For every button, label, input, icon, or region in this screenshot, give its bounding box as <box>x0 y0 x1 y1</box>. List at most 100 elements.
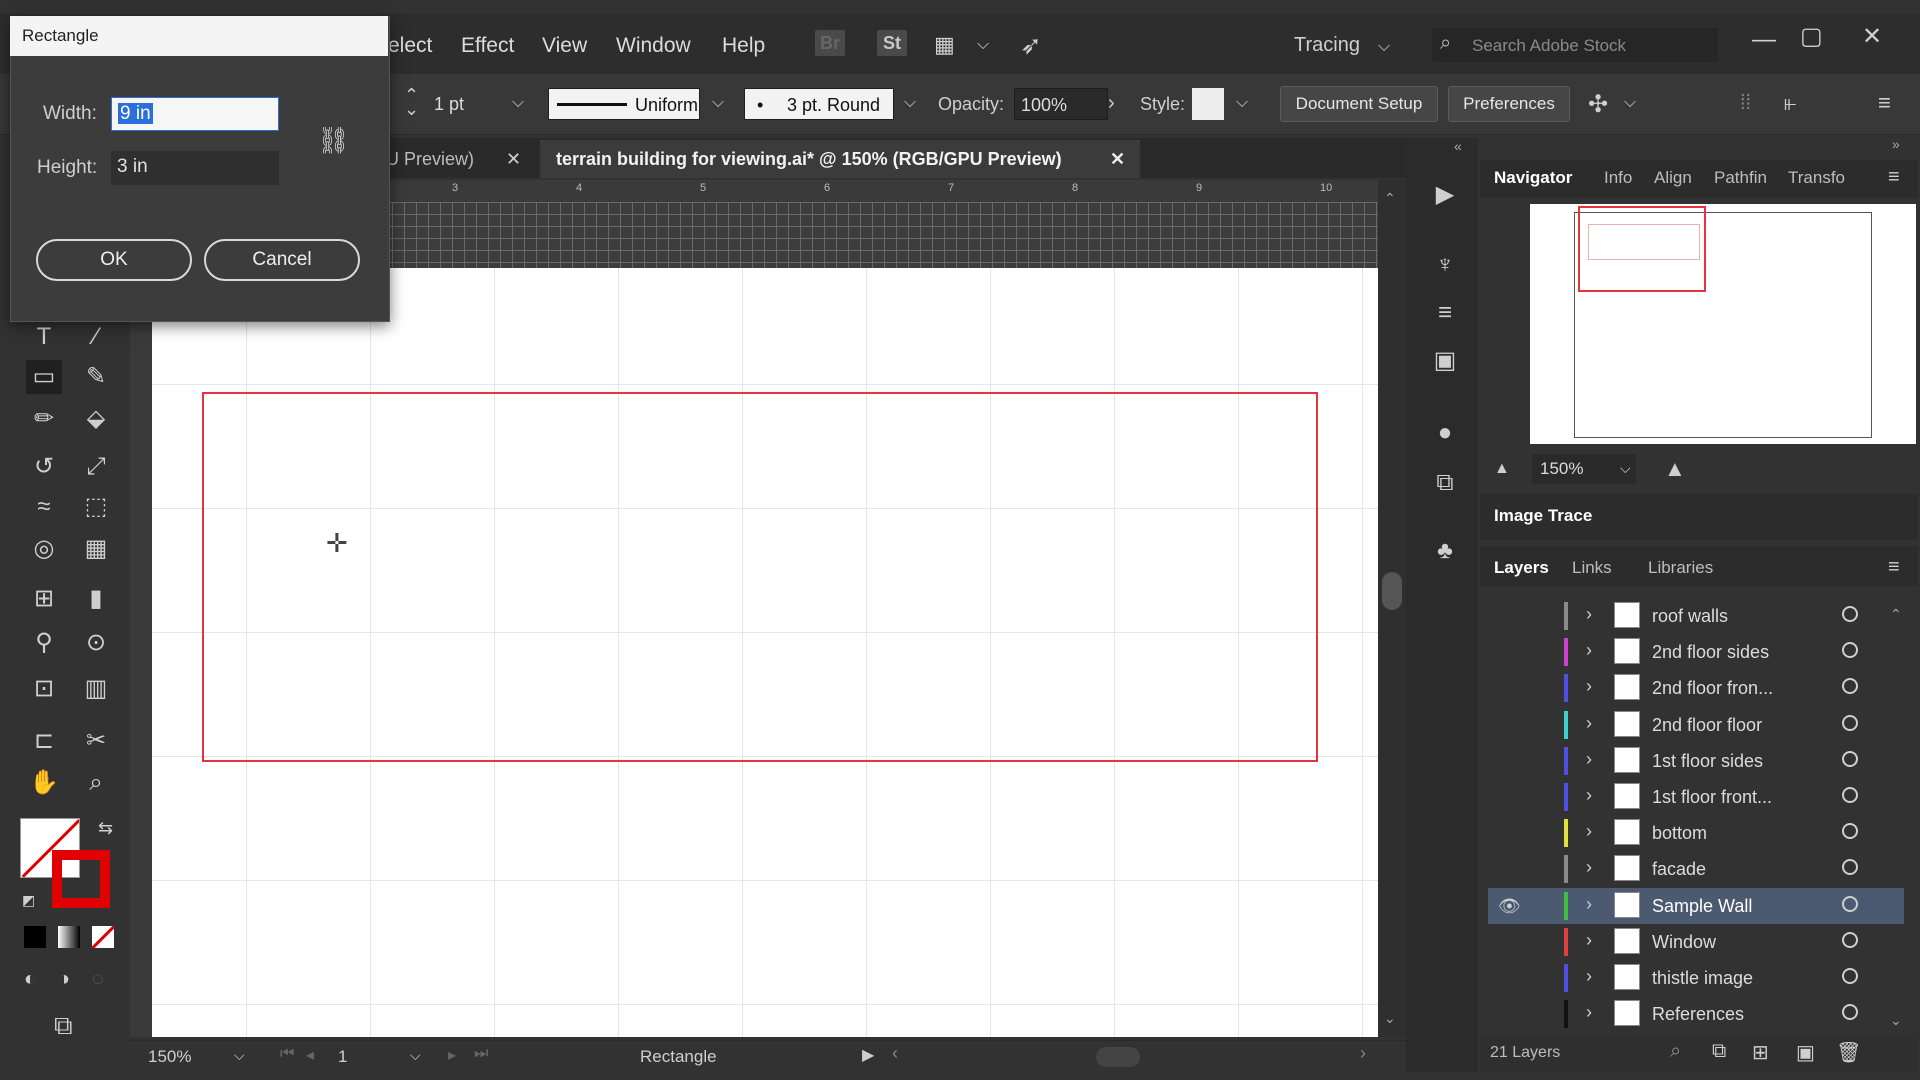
tab-links[interactable]: Links <box>1572 558 1612 578</box>
chevron-down-icon[interactable]: ⌵ <box>1620 460 1631 477</box>
chevron-down-icon[interactable]: ⌵ <box>1624 94 1636 112</box>
layer-target-icon[interactable] <box>1842 714 1858 731</box>
screen-mode-icon[interactable]: ⧉ <box>54 1010 73 1042</box>
draw-normal-icon[interactable]: ◐ <box>24 968 36 991</box>
rectangle-tool-icon[interactable]: ▭ <box>26 360 62 394</box>
visibility-eye-icon[interactable] <box>1498 606 1520 626</box>
create-sublayer-icon[interactable]: ⊞ <box>1752 1040 1769 1065</box>
visibility-eye-icon[interactable] <box>1498 859 1520 879</box>
zoom-out-icon[interactable]: ▲ <box>1494 460 1510 478</box>
expand-layer-icon[interactable]: › <box>1586 857 1592 878</box>
scroll-right-icon[interactable]: › <box>1360 1043 1366 1064</box>
chevron-down-icon[interactable]: ⌵ <box>234 1047 245 1064</box>
line-tool-icon[interactable]: ⁄ <box>78 320 114 354</box>
tab-align[interactable]: Align <box>1654 168 1692 188</box>
chevron-down-icon[interactable]: ⌵ <box>904 94 916 112</box>
menu-select[interactable]: elect <box>388 34 432 58</box>
layer-row[interactable]: › References <box>1488 996 1904 1032</box>
visibility-eye-icon[interactable] <box>1498 642 1520 662</box>
layers-scroll-down-icon[interactable]: ⌄ <box>1890 1012 1902 1029</box>
layer-row[interactable]: › Window <box>1488 924 1904 960</box>
maximize-icon[interactable]: ▢ <box>1800 22 1823 51</box>
create-new-layer-icon[interactable]: ▣ <box>1796 1040 1815 1065</box>
opacity-field[interactable]: 100% <box>1014 88 1108 120</box>
preferences-button[interactable]: Preferences <box>1448 86 1570 122</box>
horizontal-scroll-thumb[interactable] <box>1096 1047 1140 1067</box>
layer-row[interactable]: › thistle image <box>1488 960 1904 996</box>
gradient-panel-icon[interactable]: ▣ <box>1430 346 1460 376</box>
scale-tool-icon[interactable]: ⤢ <box>78 450 114 484</box>
expand-layer-icon[interactable]: › <box>1586 930 1592 951</box>
puppet-warp-icon[interactable]: ✣ <box>1588 90 1608 119</box>
tab-info[interactable]: Info <box>1604 168 1632 188</box>
layer-target-icon[interactable] <box>1842 678 1858 695</box>
chevron-down-icon[interactable]: ⌵ <box>1378 38 1390 56</box>
zoom-tool-icon[interactable]: ⌕ <box>78 766 114 800</box>
transform-panel-icon[interactable]: ⧉ <box>1430 468 1460 498</box>
workspace-switcher[interactable]: Tracing <box>1294 34 1360 57</box>
expand-layer-icon[interactable]: › <box>1586 604 1592 625</box>
tab-terrain-building[interactable]: terrain building for viewing.ai* @ 150% … <box>540 140 1140 178</box>
expand-layer-icon[interactable]: › <box>1586 894 1592 915</box>
visibility-eye-icon[interactable] <box>1498 751 1520 771</box>
layer-target-icon[interactable] <box>1842 823 1858 840</box>
tab-previous-document[interactable]: U Preview) ✕ <box>386 140 526 178</box>
stroke-weight-stepper-icon[interactable]: ⌃ ⌄ <box>404 86 419 118</box>
draw-behind-icon[interactable]: ◑ <box>58 968 70 991</box>
layer-target-icon[interactable] <box>1842 1004 1858 1021</box>
visibility-eye-icon[interactable] <box>1498 1004 1520 1024</box>
layer-target-icon[interactable] <box>1842 968 1858 984</box>
eraser-tool-icon[interactable]: ⬙ <box>78 402 114 436</box>
first-artboard-icon[interactable]: ⏮ <box>280 1045 294 1063</box>
tab-layers[interactable]: Layers <box>1494 558 1549 578</box>
artboard-rectangle-outline[interactable] <box>202 392 1318 762</box>
layer-row[interactable]: › bottom <box>1488 815 1904 851</box>
zoom-in-icon[interactable]: ▲ <box>1664 456 1686 482</box>
type-tool-icon[interactable]: T <box>26 320 62 354</box>
visibility-eye-icon[interactable] <box>1498 968 1520 988</box>
expand-layer-icon[interactable]: › <box>1586 640 1592 661</box>
hand-tool-icon[interactable]: ✋ <box>26 766 62 800</box>
paintbrush-tool-icon[interactable]: ✎ <box>78 360 114 394</box>
expand-layer-icon[interactable]: › <box>1586 676 1592 697</box>
tab-transform[interactable]: Transfo <box>1788 168 1845 188</box>
bridge-button[interactable]: Br <box>815 30 845 56</box>
draw-inside-icon[interactable]: ◌ <box>92 968 104 991</box>
rocket-icon[interactable]: ➶ <box>1020 30 1042 61</box>
status-menu-arrow-icon[interactable]: ▶ <box>862 1045 874 1065</box>
search-stock-input[interactable]: ⌕ Search Adobe Stock <box>1432 28 1718 62</box>
zoom-level-field[interactable]: 150% <box>148 1047 191 1067</box>
minimize-icon[interactable]: — <box>1752 26 1776 54</box>
collapse-dock-icon[interactable]: « <box>1454 138 1462 154</box>
mesh-tool-icon[interactable]: ⊞ <box>26 582 62 616</box>
expand-layer-icon[interactable]: › <box>1586 1002 1592 1023</box>
layer-target-icon[interactable] <box>1842 606 1858 622</box>
swap-fill-stroke-icon[interactable]: ⇆ <box>98 818 113 839</box>
symbols-panel-icon[interactable]: ♣ <box>1430 536 1460 566</box>
menu-view[interactable]: View <box>542 34 587 58</box>
artboard-number-field[interactable]: 1 <box>338 1047 347 1067</box>
perspective-grid-tool-icon[interactable]: ▦ <box>78 532 114 566</box>
visibility-eye-icon[interactable] <box>1498 678 1520 698</box>
close-icon[interactable]: ✕ <box>1862 22 1882 51</box>
expand-layer-icon[interactable]: › <box>1586 749 1592 770</box>
visibility-eye-icon[interactable] <box>1498 787 1520 807</box>
layer-row[interactable]: › 2nd floor floor <box>1488 707 1904 743</box>
brush-definition-select[interactable]: • 3 pt. Round <box>744 88 894 120</box>
layer-target-icon[interactable] <box>1842 931 1858 948</box>
appearance-panel-icon[interactable]: ● <box>1430 418 1460 448</box>
previous-artboard-icon[interactable]: ◂ <box>306 1045 314 1065</box>
layer-row[interactable]: › 1st floor sides <box>1488 743 1904 779</box>
layer-target-icon[interactable] <box>1842 859 1858 876</box>
ok-button[interactable]: OK <box>36 239 192 281</box>
column-graph-tool-icon[interactable]: ▥ <box>78 672 114 706</box>
width-input[interactable]: 9 in <box>111 97 279 131</box>
chevron-down-icon[interactable]: ⌵ <box>1236 94 1248 112</box>
tab-pathfinder[interactable]: Pathfin <box>1714 168 1767 188</box>
document-setup-button[interactable]: Document Setup <box>1280 86 1438 122</box>
color-mode-icon[interactable] <box>24 926 46 948</box>
constrain-proportions-link-icon[interactable]: ⛓ <box>317 125 350 156</box>
expand-layer-icon[interactable]: › <box>1586 821 1592 842</box>
dialog-title-bar[interactable]: Rectangle <box>10 16 388 56</box>
eyedropper-tool-icon[interactable]: ⚲ <box>26 626 62 660</box>
